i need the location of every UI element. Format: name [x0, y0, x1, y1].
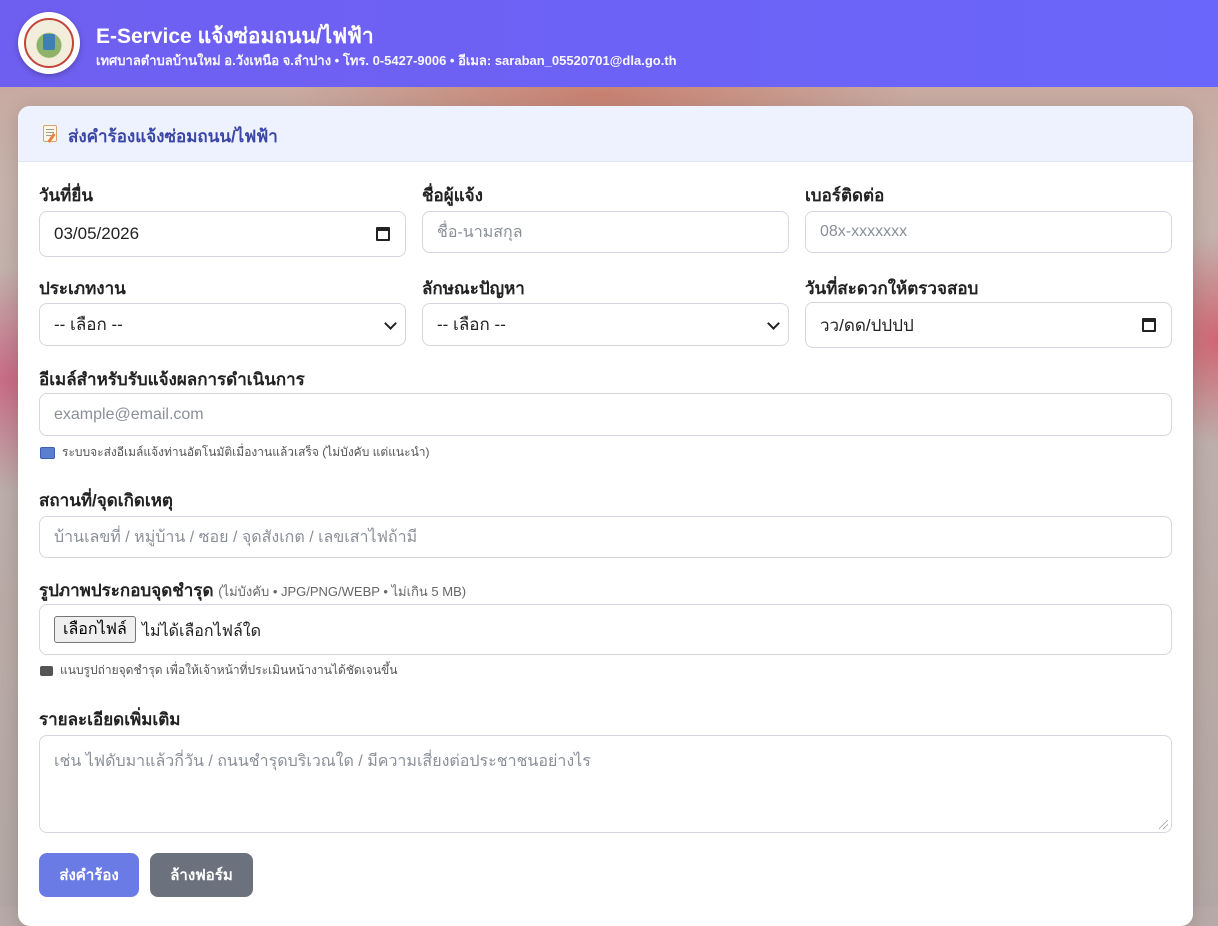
- calendar-icon[interactable]: [376, 227, 390, 241]
- location-input[interactable]: บ้านเลขที่ / หมู่บ้าน / ซอย / จุดสังเกต …: [39, 516, 1172, 558]
- photo-hint: แนบรูปถ่ายจุดชำรุด เพื่อให้เจ้าหน้าที่ปร…: [40, 661, 397, 680]
- date-value: 03/05/2026: [54, 224, 140, 243]
- issue-selected: -- เลือก --: [437, 315, 506, 334]
- location-placeholder: บ้านเลขที่ / หมู่บ้าน / ซอย / จุดสังเกต …: [54, 528, 418, 546]
- logo: [18, 12, 80, 74]
- email-hint: ระบบจะส่งอีเมล์แจ้งท่านอัตโนมัติเมื่องาน…: [40, 443, 430, 462]
- details-placeholder: เช่น ไฟดับมาแล้วกี่วัน / ถนนชำรุดบริเวณใ…: [54, 753, 591, 770]
- photo-file-input[interactable]: เลือกไฟล์ ไม่ได้เลือกไฟล์ใด: [39, 604, 1172, 655]
- inspect-date-label: วันที่สะดวกให้ตรวจสอบ: [805, 279, 979, 298]
- type-label: ประเภทงาน: [39, 279, 126, 298]
- app-header: E-Service แจ้งซ่อมถนน/ไฟฟ้า เทศบาลตำบลบ้…: [0, 0, 1218, 87]
- location-label: สถานที่/จุดเกิดเหตุ: [39, 491, 173, 510]
- name-placeholder: ชื่อ-นามสกุล: [437, 223, 523, 241]
- phone-input[interactable]: 08x-xxxxxxx: [805, 211, 1172, 253]
- photo-hint-text: แนบรูปถ่ายจุดชำรุด เพื่อให้เจ้าหน้าที่ปร…: [60, 663, 398, 677]
- photo-note: (ไม่บังคับ • JPG/PNG/WEBP • ไม่เกิน 5 MB…: [218, 584, 467, 599]
- date-input[interactable]: 03/05/2026: [39, 211, 406, 257]
- details-label: รายละเอียดเพิ่มเติม: [39, 710, 181, 729]
- issue-select[interactable]: -- เลือก --: [422, 303, 789, 346]
- email-placeholder: example@email.com: [54, 405, 204, 423]
- app-title: E-Service แจ้งซ่อมถนน/ไฟฟ้า: [96, 25, 374, 48]
- chevron-down-icon: [384, 316, 397, 330]
- inspect-date-value: วว/ดด/ปปปป: [820, 315, 914, 335]
- app-subtitle: เทศบาลตำบลบ้านใหม่ อ.วังเหนือ จ.ลำปาง • …: [96, 53, 677, 68]
- municipality-seal-icon: [24, 18, 74, 68]
- issue-label: ลักษณะปัญหา: [422, 279, 525, 298]
- submit-button[interactable]: ส่งคำร้อง: [39, 853, 139, 897]
- date-label: วันที่ยื่น: [39, 186, 93, 205]
- card-header: ส่งคำร้องแจ้งซ่อมถนน/ไฟฟ้า: [18, 106, 1193, 162]
- email-label: อีเมล์สำหรับรับแจ้งผลการดำเนินการ: [39, 370, 305, 389]
- inspect-date-input[interactable]: วว/ดด/ปปปป: [805, 302, 1172, 348]
- type-selected: -- เลือก --: [54, 315, 123, 334]
- phone-label: เบอร์ติดต่อ: [805, 186, 885, 205]
- calendar-icon[interactable]: [1142, 318, 1156, 332]
- email-input[interactable]: example@email.com: [39, 393, 1172, 436]
- chevron-down-icon: [767, 316, 780, 330]
- photo-label: รูปภาพประกอบจุดชำรุด (ไม่บังคับ • JPG/PN…: [39, 577, 466, 604]
- reset-button[interactable]: ล้างฟอร์ม: [150, 853, 253, 897]
- request-form-card: ส่งคำร้องแจ้งซ่อมถนน/ไฟฟ้า วันที่ยื่น 03…: [18, 106, 1193, 926]
- details-textarea[interactable]: เช่น ไฟดับมาแล้วกี่วัน / ถนนชำรุดบริเวณใ…: [39, 735, 1172, 833]
- name-label: ชื่อผู้แจ้ง: [422, 186, 483, 205]
- file-status: ไม่ได้เลือกไฟล์ใด: [142, 623, 261, 640]
- photo-label-text: รูปภาพประกอบจุดชำรุด: [39, 581, 214, 600]
- phone-placeholder: 08x-xxxxxxx: [820, 223, 908, 240]
- choose-file-button[interactable]: เลือกไฟล์: [54, 616, 136, 643]
- name-input[interactable]: ชื่อ-นามสกุล: [422, 211, 789, 253]
- form-heading: ส่งคำร้องแจ้งซ่อมถนน/ไฟฟ้า: [68, 127, 278, 146]
- envelope-icon: [40, 446, 55, 459]
- email-hint-text: ระบบจะส่งอีเมล์แจ้งท่านอัตโนมัติเมื่องาน…: [62, 445, 430, 459]
- type-select[interactable]: -- เลือก --: [39, 303, 406, 346]
- resize-handle-icon[interactable]: [1159, 820, 1168, 829]
- camera-icon: [40, 665, 53, 676]
- memo-icon: [43, 125, 57, 142]
